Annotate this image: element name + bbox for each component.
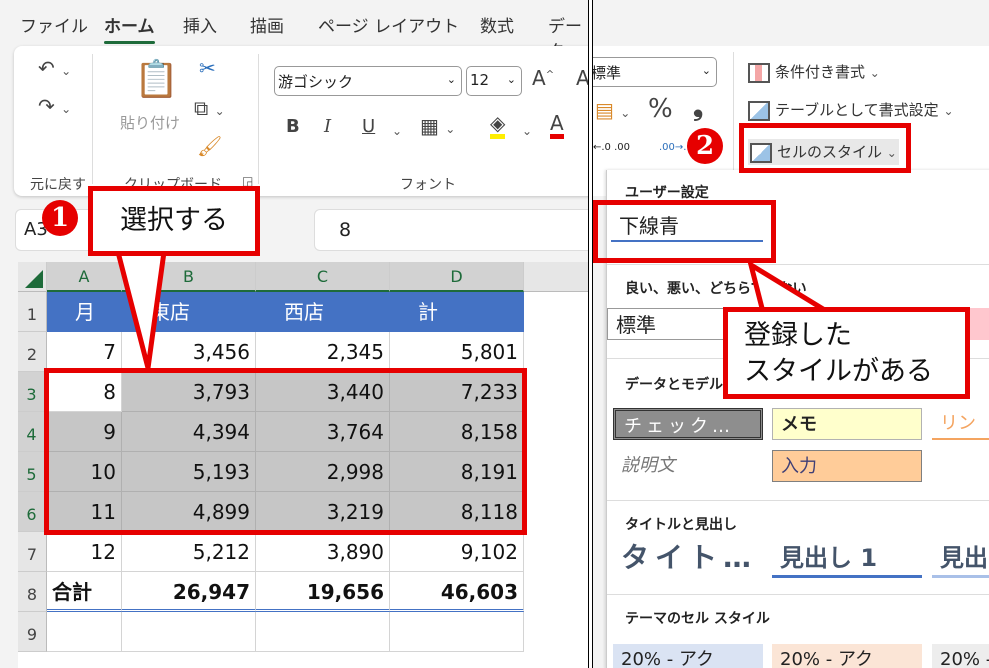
step2-callout-line2: スタイルがある xyxy=(744,356,933,387)
excel-left-panel: ファイル ホーム 挿入 描画 ページ レイアウト 数式 データ ↶ ⌄ ↷ ⌄ … xyxy=(0,0,588,668)
step1-callout: 選択する xyxy=(88,186,260,256)
excel-right-panel: 標準 ⌄ ▤ ⌄ % ❟ ←.0 .00 .00→.0 条件付き書式 ⌄ テーブル… xyxy=(593,0,989,668)
divider xyxy=(588,0,589,668)
step2-callout: 登録した スタイルがある xyxy=(723,307,970,399)
step1-badge: 1 xyxy=(42,200,78,236)
step2-callout-line1: 登録した xyxy=(744,320,852,351)
callout-pointer-1 xyxy=(114,249,167,369)
